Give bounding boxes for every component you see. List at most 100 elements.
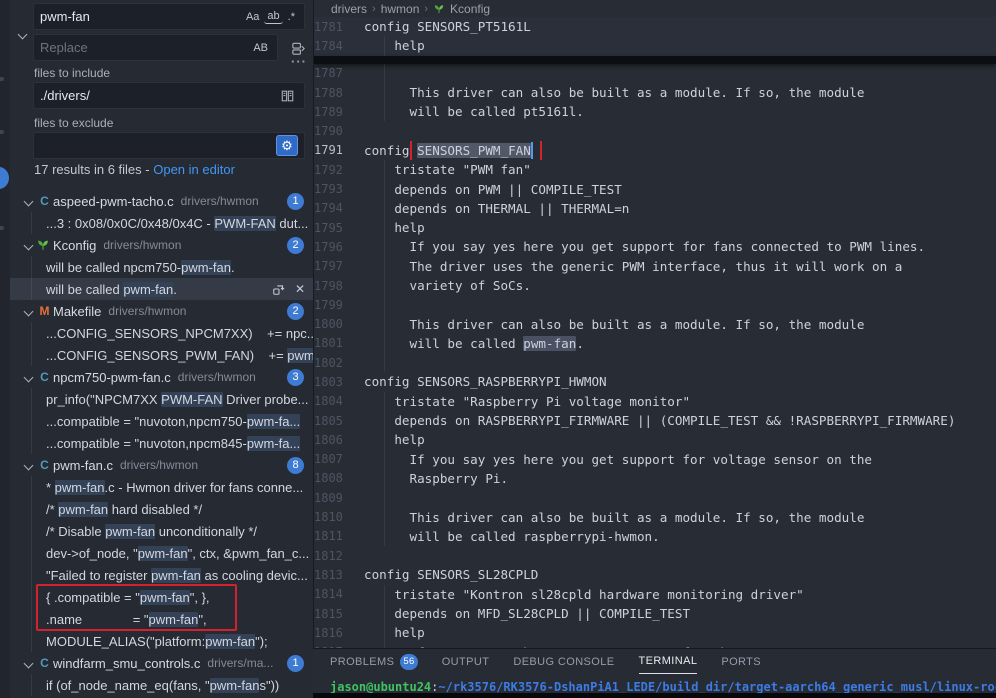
code-line[interactable]: 1813config SENSORS_SL28CPLD [314,565,996,584]
whole-word-icon[interactable]: ab [264,9,282,24]
indent-guide [384,604,385,623]
code-line[interactable]: 1806 help [314,430,996,449]
code-line[interactable]: 1812 [314,546,996,565]
search-result-file-row[interactable]: Caspeed-pwm-tacho.cdrivers/hwmon1 [10,190,313,212]
search-result-match-row[interactable]: ...compatible = "nuvoton,npcm750-pwm-fa.… [10,410,313,432]
search-result-match-row[interactable]: "Failed to register pwm-fan as cooling d… [10,564,313,586]
code-line[interactable]: 1797 The driver uses the generic PWM int… [314,257,996,276]
line-number: 1816 [314,626,364,640]
search-result-file-row[interactable]: Cnpcm750-pwm-fan.cdrivers/hwmon3 [10,366,313,388]
chevron-down-icon[interactable] [20,242,36,249]
line-code: tristate "Raspberry Pi voltage monitor" [364,392,996,411]
code-line[interactable]: 1801 will be called pwm-fan. [314,334,996,353]
more-actions-icon[interactable]: ··· [288,54,310,68]
search-result-match-row[interactable]: ...compatible = "nuvoton,npcm845-pwm-fa.… [10,432,313,454]
chevron-down-icon[interactable] [20,462,36,469]
toggle-replace-chevron-icon[interactable] [14,26,30,42]
replace-input[interactable] [40,40,250,55]
search-result-file-row[interactable]: Cwindfarm_smu_controls.cdrivers/ma...1 [10,652,313,674]
indent-guide [384,295,385,314]
panel-tab-terminal[interactable]: TERMINAL [639,649,698,674]
code-line[interactable]: 1787 [314,64,996,83]
code-line[interactable]: 1790 [314,121,996,140]
line-code: depends on PWM || COMPILE_TEST [364,179,996,198]
code-line[interactable]: 1798 variety of SoCs. [314,276,996,295]
search-result-match-row[interactable]: ...CONFIG_SENSORS_PWM_FAN) += pwm... [10,344,313,366]
text-cursor [531,142,533,159]
chevron-down-icon[interactable] [20,660,36,667]
open-editors-book-icon[interactable] [277,88,298,104]
chevron-down-icon[interactable] [20,198,36,205]
code-line[interactable]: 1808 Raspberry Pi. [314,469,996,488]
breadcrumb-item-drivers[interactable]: drivers [331,2,367,16]
indent-guide [384,199,385,218]
code-line[interactable]: 1815 depends on MFD_SL28CPLD || COMPILE_… [314,604,996,623]
search-result-match-row[interactable]: pr_info("NPCM7XX PWM-FAN Driver probe... [10,388,313,410]
search-result-file-row[interactable]: Kconfigdrivers/hwmon2 [10,234,313,256]
search-result-match-row[interactable]: ...3 : 0x08/0x0C/0x48/0x4C - PWM-FAN dut… [10,212,313,234]
search-result-match-row[interactable]: /* Disable pwm-fan unconditionally */ [10,520,313,542]
code-line[interactable]: 1795 help [314,218,996,237]
indent-guide [384,353,385,372]
code-line[interactable]: 1814 tristate "Kontron sl28cpld hardware… [314,585,996,604]
code-line[interactable]: 1803config SENSORS_RASPBERRYPI_HWMON [314,372,996,391]
code-line[interactable]: 1809 [314,488,996,507]
code-line[interactable]: 1796 If you say yes here you get support… [314,237,996,256]
code-line[interactable]: 1792 tristate "PWM fan" [314,160,996,179]
code-line[interactable]: 1793 depends on PWM || COMPILE_TEST [314,179,996,198]
code-line[interactable]: 1811 will be called raspberrypi-hwmon. [314,527,996,546]
match-case-icon[interactable]: Aa [243,10,262,24]
exclude-settings-gear-icon[interactable]: ⚙ [276,135,298,156]
chevron-down-icon[interactable] [20,308,36,315]
search-result-match-row[interactable]: will be called npcm750-pwm-fan. [10,256,313,278]
panel-tab-problems[interactable]: PROBLEMS56 [330,649,418,674]
dismiss-icon[interactable]: ✕ [295,282,305,296]
search-result-match-row[interactable]: MODULE_ALIAS("platform:pwm-fan"); [10,630,313,652]
match-highlight: pwm-fan [149,612,199,627]
match-highlight: pwm-fan [210,678,260,693]
preserve-case-icon[interactable]: AB [250,41,271,55]
search-result-file-row[interactable]: MMakefiledrivers/hwmon2 [10,300,313,322]
editor-pane[interactable]: drivers › hwmon › Kconfig 1781config SEN… [313,0,996,648]
code-line[interactable]: 1791config SENSORS_PWM_FAN [314,141,996,160]
file-path: drivers/hwmon [181,194,281,208]
code-line[interactable]: 1807 If you say yes here you get support… [314,450,996,469]
panel-tab-ports[interactable]: PORTS [721,649,761,674]
terminal[interactable]: jason@ubuntu24:~/rk3576/RK3576-DshanPiA1… [313,674,996,694]
search-result-file-row[interactable]: Cpwm-fan.cdrivers/hwmon8 [10,454,313,476]
panel-tab-output[interactable]: OUTPUT [442,649,490,674]
replace-icon[interactable] [272,282,286,296]
code-line[interactable]: 1810 This driver can also be built as a … [314,507,996,526]
code-line[interactable]: 1794 depends on THERMAL || THERMAL=n [314,199,996,218]
regex-icon[interactable]: .* [285,10,298,24]
code-line[interactable]: 1802 [314,353,996,372]
search-result-match-row[interactable]: /* pwm-fan hard disabled */ [10,498,313,520]
search-result-match-row[interactable]: { .compatible = "pwm-fan", }, [10,586,313,608]
panel-bottom-strip [313,693,996,698]
code-line[interactable]: 1800 This driver can also be built as a … [314,314,996,333]
code-line[interactable]: 1816 help [314,623,996,642]
indent-guide [384,488,385,507]
code-line[interactable]: 1799 [314,295,996,314]
activity-badge [0,167,9,189]
line-code [364,546,996,565]
search-input[interactable] [40,9,243,24]
search-result-match-row[interactable]: ...CONFIG_SENSORS_NPCM7XX) += npc... [10,322,313,344]
files-to-include-input[interactable] [40,88,277,103]
search-result-match-row[interactable]: dev->of_node, "pwm-fan", ctx, &pwm_fan_c… [10,542,313,564]
code-line[interactable]: 1788 This driver can also be built as a … [314,83,996,102]
code-line[interactable]: 1789 will be called pt5161l. [314,102,996,121]
breadcrumb-item-hwmon[interactable]: hwmon [381,2,420,16]
search-result-match-row[interactable]: if (of_node_name_eq(fans, "pwm-fans")) [10,674,313,696]
files-to-exclude-input[interactable] [40,138,276,153]
code-line[interactable]: 1805 depends on RASPBERRYPI_FIRMWARE || … [314,411,996,430]
breadcrumb-item-kconfig[interactable]: Kconfig [450,2,490,16]
open-in-editor-link[interactable]: Open in editor [153,162,235,177]
search-result-match-row[interactable]: * pwm-fan.c - Hwmon driver for fans conn… [10,476,313,498]
search-result-match-row[interactable]: will be called pwm-fan.✕ [10,278,313,300]
search-result-match-row[interactable]: .name = "pwm-fan", [10,608,313,630]
code-line[interactable]: 1804 tristate "Raspberry Pi voltage moni… [314,392,996,411]
panel-tab-debug-console[interactable]: DEBUG CONSOLE [513,649,614,674]
chevron-down-icon[interactable] [20,374,36,381]
match-highlight: pwm... [287,348,313,363]
